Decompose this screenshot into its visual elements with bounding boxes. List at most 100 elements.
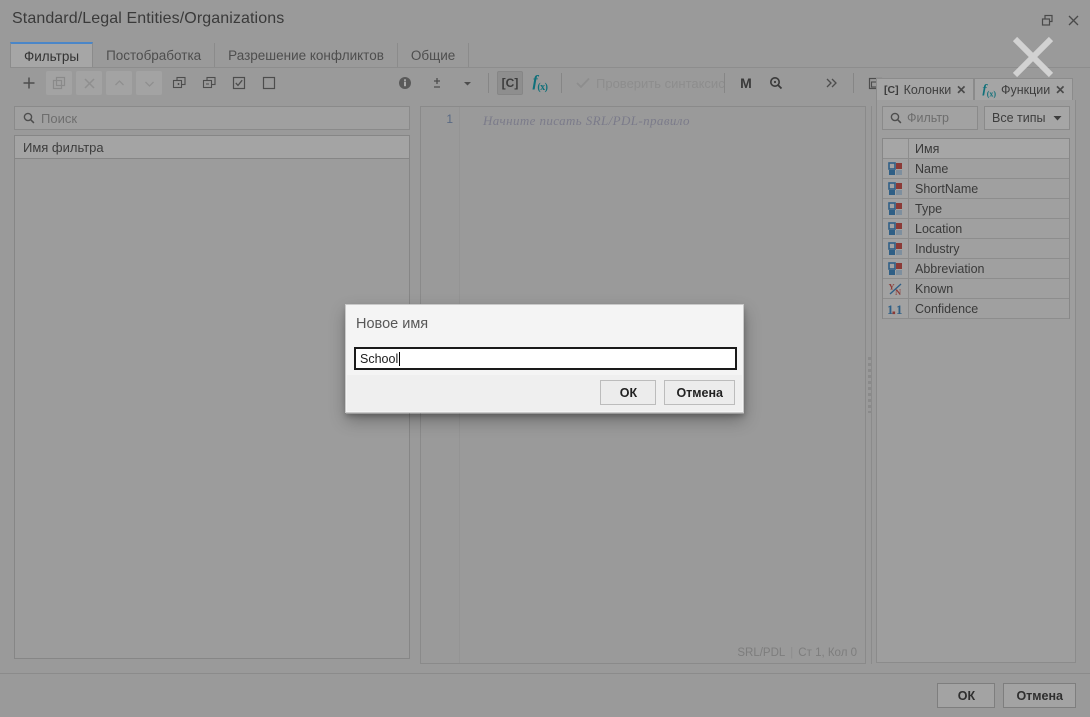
expand-all-button[interactable] <box>166 71 192 95</box>
columns-bracket-icon: [C] <box>884 83 899 96</box>
delete-filter-button[interactable] <box>76 71 102 95</box>
footer-divider <box>0 673 1090 674</box>
collapse-all-button[interactable] <box>196 71 222 95</box>
table-row[interactable]: Abbreviation <box>883 259 1069 279</box>
tab-columns-close-icon[interactable]: ✕ <box>956 84 966 96</box>
tab-functions-close-icon[interactable]: ✕ <box>1055 84 1065 96</box>
editor-caret-position: Ст 1, Кол 0 <box>798 647 857 659</box>
type-filter-value: Все типы <box>992 111 1046 125</box>
columns-filter-row: Фильтр Все типы <box>882 106 1070 130</box>
duplicate-filter-button[interactable] <box>46 71 72 95</box>
dialog-cancel-label: Отмена <box>676 385 723 400</box>
cancel-button[interactable]: Отмена <box>1003 683 1076 708</box>
caret-down-icon <box>1053 115 1062 120</box>
new-name-input-value: School <box>360 351 399 366</box>
new-name-input[interactable]: School <box>354 347 737 370</box>
editor-panel-splitter[interactable] <box>866 106 872 664</box>
table-row[interactable]: Y N Known <box>883 279 1069 299</box>
search-placeholder: Поиск <box>41 110 78 126</box>
tab-columns[interactable]: [C] Колонки ✕ <box>876 78 975 100</box>
string-type-icon <box>883 159 909 178</box>
check-all-button[interactable] <box>226 71 252 95</box>
string-type-icon <box>883 219 909 238</box>
main-tabs: Фильтры Постобработка Разрешение конфлик… <box>10 42 1090 68</box>
dialog-window: Standard/Legal Entities/Organizations Фи… <box>0 0 1090 717</box>
markdown-m-icon: M <box>740 75 752 91</box>
table-row[interactable]: Type <box>883 199 1069 219</box>
search-input[interactable]: Поиск <box>14 106 410 130</box>
font-size-button[interactable] <box>424 71 450 95</box>
table-row[interactable]: 1 1 Confidence <box>883 299 1069 319</box>
new-name-dialog-buttons: ОК Отмена <box>600 380 735 405</box>
columns-panel-body: Фильтр Все типы Имя Name ShortName Type … <box>876 100 1076 663</box>
markdown-button[interactable]: M <box>733 71 759 95</box>
column-name: Industry <box>909 239 1069 258</box>
window-controls <box>1034 8 1086 32</box>
tab-conflict-resolution[interactable]: Разрешение конфликтов <box>215 43 398 68</box>
svg-text:1: 1 <box>896 302 903 316</box>
ok-button[interactable]: ОК <box>937 683 996 708</box>
check-syntax-label: Проверить синтаксис <box>596 75 725 91</box>
tabstrip-divider <box>10 67 1090 68</box>
filter-name-column-label: Имя фильтра <box>23 139 104 155</box>
tab-postprocessing[interactable]: Постобработка <box>93 43 216 68</box>
tab-columns-label: Колонки <box>903 82 952 97</box>
uncheck-all-button[interactable] <box>256 71 282 95</box>
table-row[interactable]: Location <box>883 219 1069 239</box>
number-type-icon: 1 1 <box>883 299 909 318</box>
column-name: Location <box>909 219 1069 238</box>
tab-conflict-resolution-label: Разрешение конфликтов <box>228 48 384 63</box>
tab-postprocessing-label: Постобработка <box>106 48 202 63</box>
editor-toolbar-right: M <box>718 71 890 95</box>
dialog-cancel-button[interactable]: Отмена <box>664 380 735 405</box>
columns-panel-toggle[interactable]: [C] <box>497 71 523 95</box>
tab-filters[interactable]: Фильтры <box>10 42 94 68</box>
column-name: Type <box>909 199 1069 218</box>
tab-general-label: Общие <box>410 48 456 63</box>
function-fx-icon: f(x) <box>982 80 997 99</box>
info-circle-icon[interactable] <box>392 71 418 95</box>
double-chevron-right-icon <box>826 78 837 88</box>
string-type-icon <box>883 239 909 258</box>
columns-bracket-icon: [C] <box>501 76 519 90</box>
font-size-dropdown-caret-down-icon[interactable] <box>454 71 480 95</box>
string-type-icon <box>883 179 909 198</box>
new-name-dialog-title: Новое имя <box>356 316 429 332</box>
dialog-footer: ОК Отмена <box>937 683 1076 708</box>
dialog-ok-button[interactable]: ОК <box>600 380 657 405</box>
filter-name-column-header[interactable]: Имя фильтра <box>14 135 410 159</box>
new-name-dialog: Новое имя School ОК Отмена <box>345 304 744 413</box>
boolean-type-icon: Y N <box>883 279 909 298</box>
dialog-ok-label: ОК <box>619 385 638 400</box>
column-name: Abbreviation <box>909 259 1069 278</box>
string-type-icon <box>883 199 909 218</box>
type-filter-select[interactable]: Все типы <box>984 106 1070 130</box>
page-title: Standard/Legal Entities/Organizations <box>12 10 285 27</box>
tab-functions[interactable]: f(x) Функции ✕ <box>974 78 1074 100</box>
tab-general[interactable]: Общие <box>398 43 470 68</box>
right-side-panel: [C] Колонки ✕ f(x) Функции ✕ Фильтр Все … <box>876 78 1076 664</box>
check-syntax-button[interactable]: Проверить синтаксис <box>568 71 733 95</box>
function-fx-icon: f(x) <box>532 72 549 94</box>
checkmark-icon <box>576 77 590 89</box>
columns-filter-input[interactable]: Фильтр <box>882 106 978 130</box>
column-name: Known <box>909 279 1069 298</box>
restore-icon[interactable] <box>1034 8 1060 32</box>
close-icon[interactable] <box>1060 8 1086 32</box>
toolbar-separator <box>561 73 562 93</box>
table-row[interactable]: ShortName <box>883 179 1069 199</box>
table-row[interactable]: Name <box>883 159 1069 179</box>
tab-filters-label: Фильтры <box>24 48 80 64</box>
move-down-button[interactable] <box>136 71 162 95</box>
toolbar-overflow-button[interactable] <box>819 71 845 95</box>
functions-panel-toggle[interactable]: f(x) <box>527 71 553 95</box>
magnifier-icon <box>770 77 783 90</box>
move-up-button[interactable] <box>106 71 132 95</box>
find-button[interactable] <box>763 71 789 95</box>
column-name: Confidence <box>909 299 1069 318</box>
columns-name-header-cell: Имя <box>909 139 1069 158</box>
columns-table-header: Имя <box>883 139 1069 159</box>
columns-filter-placeholder: Фильтр <box>907 111 949 125</box>
table-row[interactable]: Industry <box>883 239 1069 259</box>
add-filter-button[interactable] <box>16 71 42 95</box>
